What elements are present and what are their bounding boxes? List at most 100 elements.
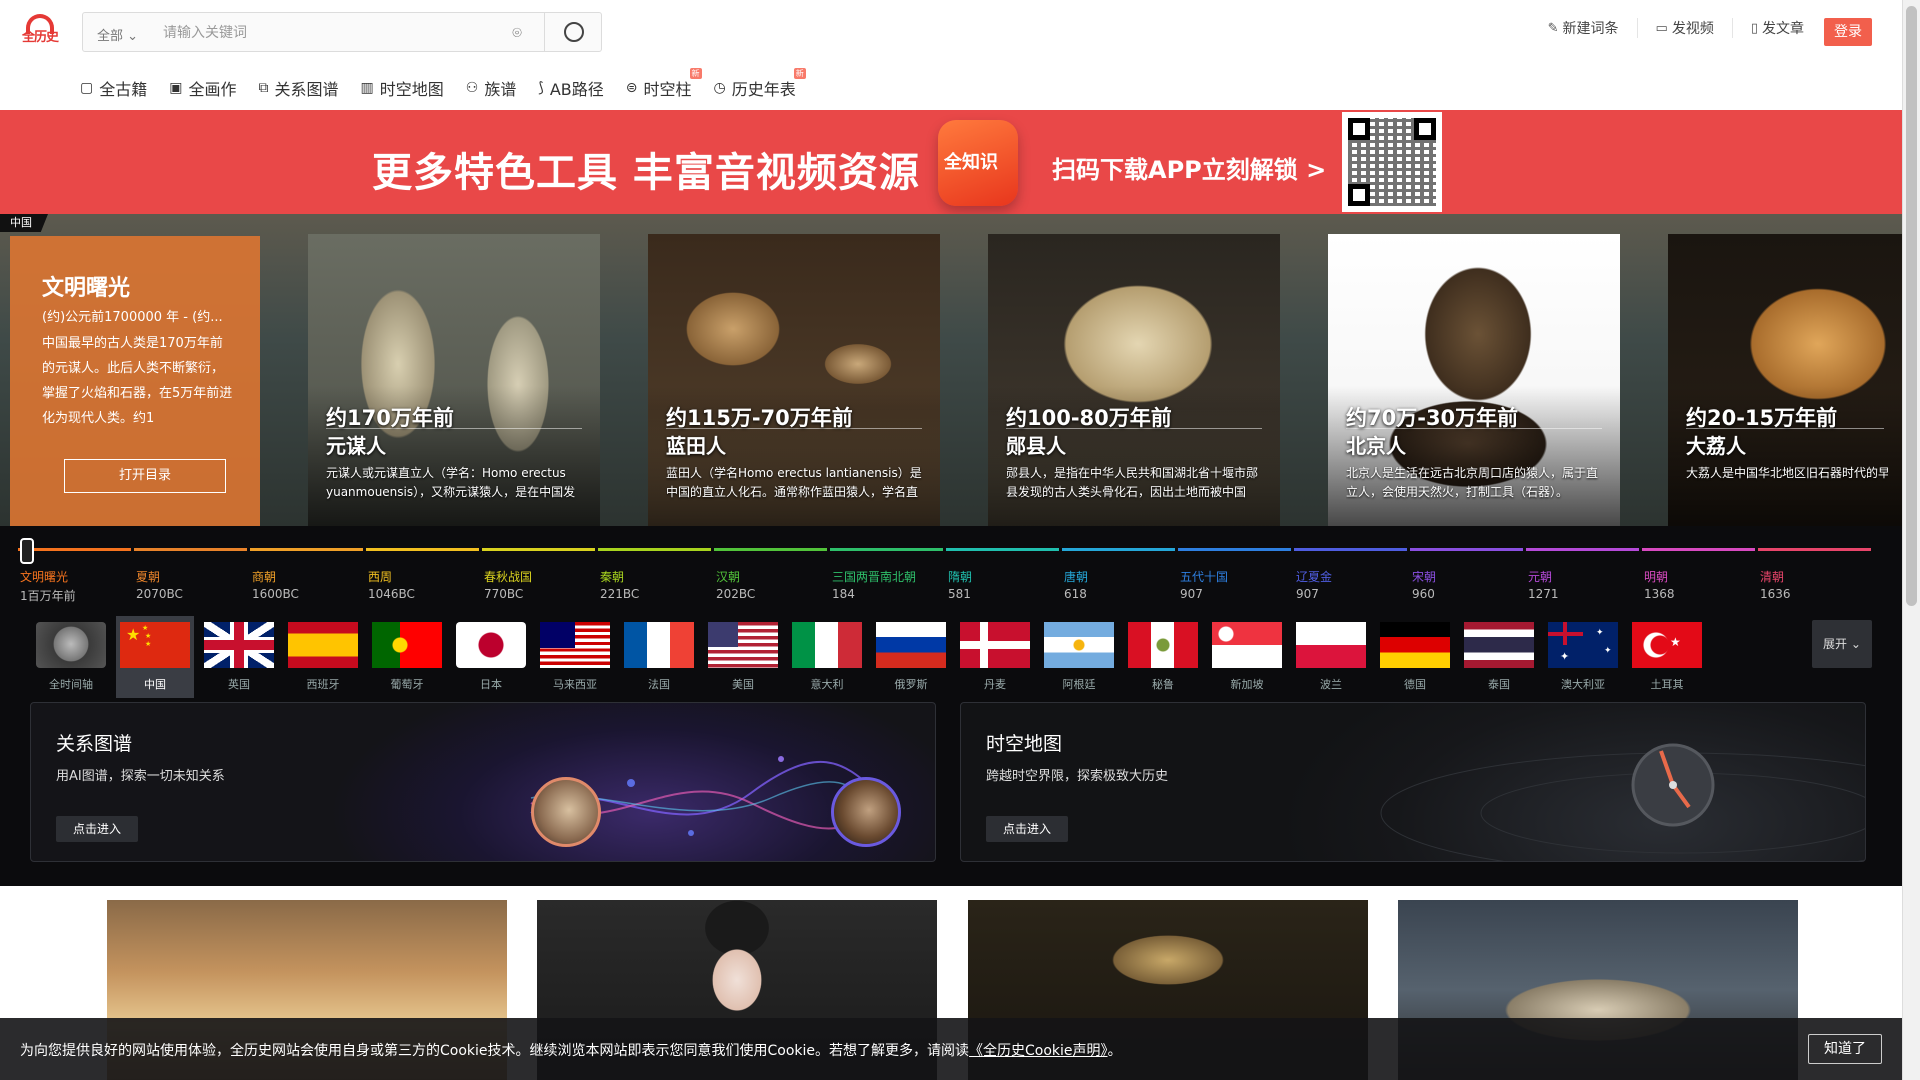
timeline-slider-handle[interactable]	[20, 538, 34, 564]
globe-icon	[36, 622, 106, 668]
site-logo[interactable]: 全历史	[20, 14, 60, 48]
nav-item-spacetime-pillar[interactable]: ⊜ 时空柱新	[626, 68, 702, 100]
country-denmark[interactable]: 丹麦	[956, 616, 1034, 698]
dynasty-segment[interactable]	[1758, 548, 1871, 551]
dynasty-item[interactable]: 文明曙光 1百万年前	[20, 568, 136, 604]
event-card[interactable]: 约20-15万年前 大荔人 大荔人是中国华北地区旧石器时代的早期人类，因化石发现…	[1668, 234, 1902, 526]
dynasty-timeline[interactable]: 文明曙光 1百万年前 夏朝 2070BC 商朝 1600BC 西周 1046BC 春秋战国 770…	[10, 536, 1882, 606]
post-article-link[interactable]: ▯ 发文章	[1733, 18, 1822, 38]
nav-item-ab-path[interactable]: ⟆ AB路径	[538, 76, 603, 100]
country-italy[interactable]: 意大利	[788, 616, 866, 698]
dynasty-item[interactable]: 汉朝 202BC	[716, 568, 832, 604]
event-card[interactable]: 约100-80万年前 郧县人 郧县人，是指在中华人民共和国湖北省十堰市郧县发现的…	[988, 234, 1280, 526]
expand-countries-button[interactable]: 展开 ⌄	[1812, 620, 1872, 668]
app-download-banner[interactable]: 更多特色工具 丰富音视频资源 全知识 扫码下载APP立刻解锁 >	[0, 110, 1902, 214]
dynasty-item[interactable]: 商朝 1600BC	[252, 568, 368, 604]
header-actions: ✎ 新建词条 ▭ 发视频 ▯ 发文章	[1530, 18, 1822, 38]
page-scrollbar[interactable]	[1902, 0, 1920, 1080]
dynasty-segment[interactable]	[1062, 548, 1175, 551]
nav-item-genealogy[interactable]: ⚇ 族谱	[466, 76, 517, 100]
dynasty-item[interactable]: 春秋战国 770BC	[484, 568, 600, 604]
country-singapore[interactable]: 新加坡	[1208, 616, 1286, 698]
china-flag-icon: ★ ★ ★ ★	[120, 622, 190, 668]
country-thailand[interactable]: 泰国	[1460, 616, 1538, 698]
event-card[interactable]: 约115万-70万年前 蓝田人 蓝田人（学名Homo erectus lanti…	[648, 234, 940, 526]
country-australia[interactable]: ✦ ✦ ✦ 澳大利亚	[1544, 616, 1622, 698]
nav-item-spacetime-map[interactable]: ▥ 时空地图	[361, 76, 444, 100]
route-icon: ⟆	[538, 80, 544, 96]
germany-flag-icon	[1380, 622, 1450, 668]
dynasty-item[interactable]: 三国两晋南北朝 184	[832, 568, 948, 604]
enter-spacetime-map-button[interactable]: 点击进入	[986, 816, 1068, 842]
new-entry-link[interactable]: ✎ 新建词条	[1530, 18, 1638, 38]
dynasty-item[interactable]: 秦朝 221BC	[600, 568, 716, 604]
enter-relation-graph-button[interactable]: 点击进入	[56, 816, 138, 842]
dynasty-segment[interactable]	[482, 548, 595, 551]
search-scope-select[interactable]: 全部 ⌄	[97, 25, 138, 44]
dynasty-segment[interactable]	[598, 548, 711, 551]
country-spain[interactable]: 西班牙	[284, 616, 362, 698]
nav-item-history-chronology[interactable]: ◷ 历史年表新	[713, 68, 806, 100]
country-malaysia[interactable]: 马来西亚	[536, 616, 614, 698]
scrollbar-thumb[interactable]	[1906, 6, 1917, 606]
country-china[interactable]: ★ ★ ★ ★ 中国	[116, 616, 194, 698]
dynasty-item[interactable]: 五代十国 907	[1180, 568, 1296, 604]
relation-graph-panel[interactable]: 关系图谱 用AI图谱，探索一切未知关系 点击进入	[30, 702, 936, 862]
country-turkey[interactable]: ★ 土耳其	[1628, 616, 1706, 698]
post-video-link[interactable]: ▭ 发视频	[1638, 18, 1733, 38]
dynasty-item[interactable]: 西周 1046BC	[368, 568, 484, 604]
dynasty-item[interactable]: 夏朝 2070BC	[136, 568, 252, 604]
country-all-timeline[interactable]: 全时间轴	[32, 616, 110, 698]
argentina-flag-icon	[1044, 622, 1114, 668]
book-icon: ▢	[80, 80, 94, 96]
dynasty-item[interactable]: 辽夏金 907	[1296, 568, 1412, 604]
cookie-accept-button[interactable]: 知道了	[1808, 1034, 1882, 1064]
dynasty-segment[interactable]	[366, 548, 479, 551]
country-usa[interactable]: 美国	[704, 616, 782, 698]
dynasty-item[interactable]: 唐朝 618	[1064, 568, 1180, 604]
dynasty-segment[interactable]	[946, 548, 1059, 551]
dynasty-segment[interactable]	[1410, 548, 1523, 551]
clock-icon: ◷	[713, 80, 726, 96]
spacetime-map-panel[interactable]: 时空地图 跨越时空界限，探索极致大历史 点击进入	[960, 702, 1866, 862]
dynasty-segment[interactable]	[1642, 548, 1755, 551]
era-date: (约)公元前1700000 年 - (约...	[42, 310, 223, 325]
dynasty-segment[interactable]	[830, 548, 943, 551]
dynasty-item[interactable]: 元朝 1271	[1528, 568, 1644, 604]
nav-item-relation-graph[interactable]: ⧉ 关系图谱	[259, 76, 339, 100]
nav-item-paintings[interactable]: ▣ 全画作	[169, 76, 236, 100]
turkey-flag-icon: ★	[1632, 622, 1702, 668]
dynasty-item[interactable]: 宋朝 960	[1412, 568, 1528, 604]
dynasty-segment[interactable]	[714, 548, 827, 551]
country-portugal[interactable]: 葡萄牙	[368, 616, 446, 698]
dynasty-segment[interactable]	[134, 548, 247, 551]
search-input[interactable]	[163, 21, 493, 45]
dynasty-segment[interactable]	[1526, 548, 1639, 551]
dynasty-segment[interactable]	[1294, 548, 1407, 551]
country-russia[interactable]: 俄罗斯	[872, 616, 950, 698]
login-button[interactable]: 登录	[1824, 18, 1872, 46]
country-japan[interactable]: 日本	[452, 616, 530, 698]
dynasty-segment[interactable]	[18, 548, 131, 551]
country-uk[interactable]: 英国	[200, 616, 278, 698]
cookie-policy-link[interactable]: 《全历史Cookie声明》	[969, 1043, 1108, 1059]
open-catalog-button[interactable]: 打开目录	[64, 459, 226, 493]
country-argentina[interactable]: 阿根廷	[1040, 616, 1118, 698]
nav-item-books[interactable]: ▢ 全古籍	[80, 76, 147, 100]
dynasty-item[interactable]: 清朝 1636	[1760, 568, 1876, 604]
new-badge: 新	[793, 68, 806, 79]
country-germany[interactable]: 德国	[1376, 616, 1454, 698]
country-france[interactable]: 法国	[620, 616, 698, 698]
dynasty-segment[interactable]	[1178, 548, 1291, 551]
event-card[interactable]: 约170万年前 元谋人 元谋人或元谋直立人（学名：Homo erectus yu…	[308, 234, 600, 526]
dynasty-item[interactable]: 隋朝 581	[948, 568, 1064, 604]
country-peru[interactable]: 秘鲁	[1124, 616, 1202, 698]
search-button[interactable]	[544, 12, 602, 52]
camera-icon[interactable]: ⌾	[507, 23, 527, 43]
event-card[interactable]: 约70万-30万年前 北京人 北京人是生活在远古北京周口店的猿人，属于直立人，会…	[1328, 234, 1620, 526]
country-poland[interactable]: 波兰	[1292, 616, 1370, 698]
thailand-flag-icon	[1464, 622, 1534, 668]
dynasty-segment[interactable]	[250, 548, 363, 551]
era-description: 中国最早的古人类是170万年前的元谋人。此后人类不断繁衍，掌握了火焰和石器，在5…	[42, 336, 233, 426]
dynasty-item[interactable]: 明朝 1368	[1644, 568, 1760, 604]
